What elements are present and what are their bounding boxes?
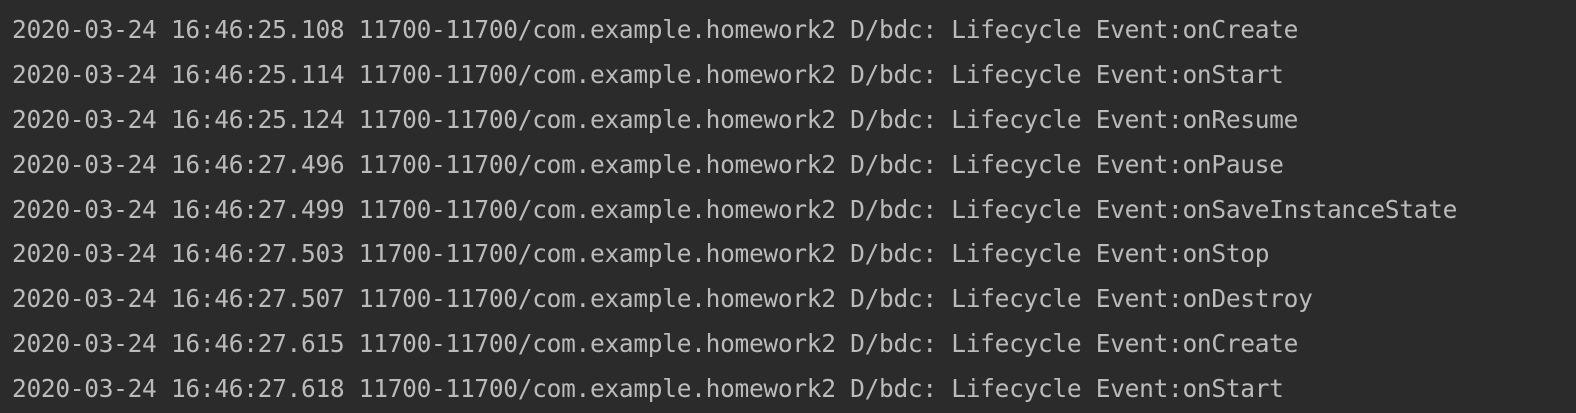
log-line[interactable]: 2020-03-24 16:46:27.496 11700-11700/com.… <box>12 143 1576 188</box>
log-line[interactable]: 2020-03-24 16:46:25.108 11700-11700/com.… <box>12 8 1576 53</box>
log-line[interactable]: 2020-03-24 16:46:25.124 11700-11700/com.… <box>12 98 1576 143</box>
log-line[interactable]: 2020-03-24 16:46:25.114 11700-11700/com.… <box>12 53 1576 98</box>
log-line[interactable]: 2020-03-24 16:46:27.615 11700-11700/com.… <box>12 322 1576 367</box>
log-line[interactable]: 2020-03-24 16:46:27.503 11700-11700/com.… <box>12 232 1576 277</box>
logcat-output-panel[interactable]: 2020-03-24 16:46:25.108 11700-11700/com.… <box>0 0 1576 413</box>
log-line[interactable]: 2020-03-24 16:46:27.618 11700-11700/com.… <box>12 367 1576 412</box>
log-line[interactable]: 2020-03-24 16:46:27.499 11700-11700/com.… <box>12 188 1576 233</box>
log-line[interactable]: 2020-03-24 16:46:27.507 11700-11700/com.… <box>12 277 1576 322</box>
